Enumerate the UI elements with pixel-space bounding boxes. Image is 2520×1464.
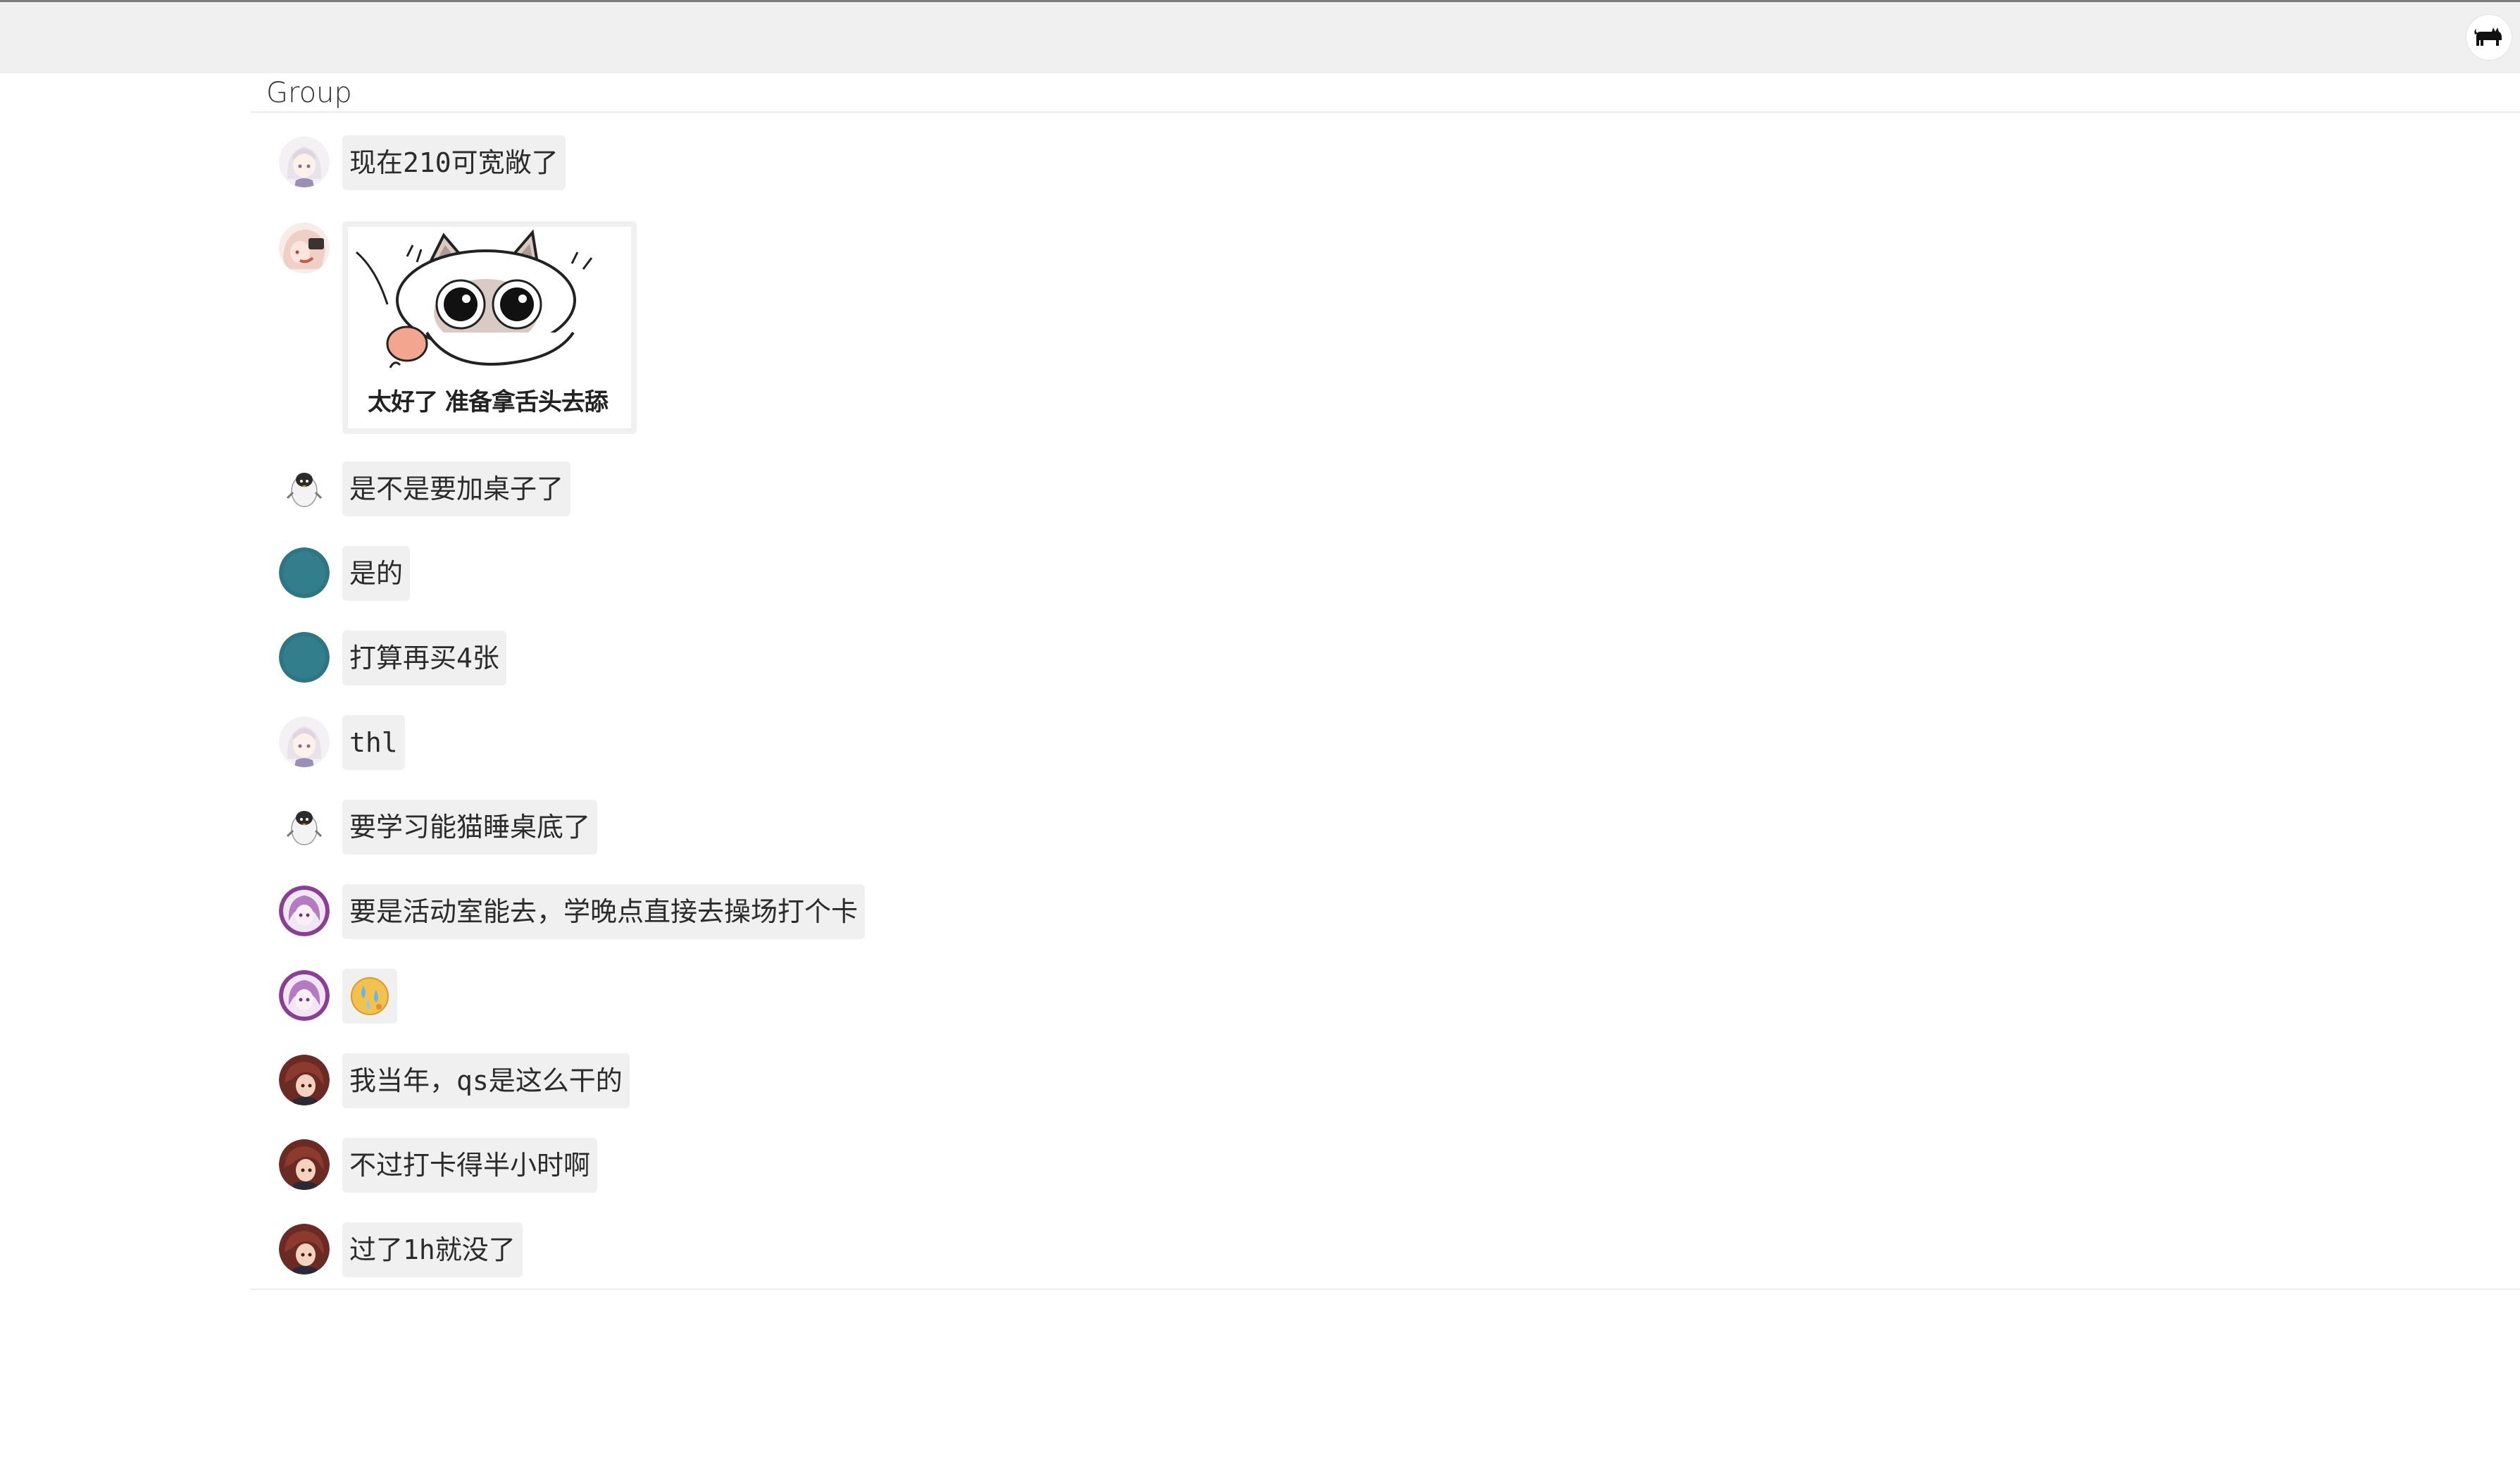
message-row [279, 969, 397, 1024]
message-row: 我当年，qs是这么干的 [279, 1053, 630, 1108]
pink-hair-anime-avatar[interactable] [279, 223, 330, 273]
penguin-avatar[interactable] [279, 463, 330, 514]
message-row: 要是活动室能去，学晚点直接去操场打个卡 [279, 884, 866, 939]
message-bubble: 现在210可宽敞了 [342, 135, 566, 190]
sweat-drop-emoji [351, 977, 389, 1015]
red-brown-hair-avatar[interactable] [279, 1139, 330, 1190]
teal-circle-avatar[interactable] [279, 547, 330, 598]
message-row: 是的 [279, 546, 411, 601]
message-row: thl [279, 715, 405, 770]
message-bubble: 过了1h就没了 [342, 1222, 523, 1277]
red-brown-hair-avatar[interactable] [279, 1055, 330, 1105]
message-bubble: 要学习能猫睡桌底了 [342, 800, 598, 855]
red-brown-hair-avatar[interactable] [279, 1224, 330, 1274]
message-row: 是不是要加桌子了 [279, 461, 571, 516]
message-row: 太好了 准备拿舌头去舔 [279, 221, 637, 434]
purple-hair-avatar[interactable] [279, 886, 330, 936]
teal-circle-avatar[interactable] [279, 632, 330, 683]
penguin-avatar[interactable] [279, 801, 330, 852]
top-bar [0, 0, 2520, 73]
cat-silhouette-icon[interactable] [2466, 15, 2512, 60]
message-row: 要学习能猫睡桌底了 [279, 800, 598, 855]
chat-page: Group 现在210可宽敞了 太好了 准备拿舌头去舔 是不是要加桌子了 是的 … [0, 0, 2520, 1464]
group-title: Group [251, 73, 2520, 113]
message-bubble [342, 969, 397, 1024]
message-bubble: 太好了 准备拿舌头去舔 [342, 221, 637, 434]
message-bubble: 不过打卡得半小时啊 [342, 1138, 598, 1193]
white-hair-girl-avatar[interactable] [279, 717, 330, 767]
message-bubble: 是不是要加桌子了 [342, 461, 571, 516]
purple-hair-avatar[interactable] [279, 970, 330, 1021]
siamese-cat-sticker[interactable]: 太好了 准备拿舌头去舔 [348, 227, 631, 428]
message-bubble: 要是活动室能去，学晚点直接去操场打个卡 [342, 884, 866, 939]
message-row: 过了1h就没了 [279, 1222, 523, 1277]
message-bubble: 打算再买4张 [342, 631, 506, 686]
message-bubble: 是的 [342, 546, 411, 601]
group-panel: Group 现在210可宽敞了 太好了 准备拿舌头去舔 是不是要加桌子了 是的 … [251, 73, 2520, 1290]
message-row: 打算再买4张 [279, 631, 506, 686]
sticker-caption: 太好了 准备拿舌头去舔 [368, 388, 609, 416]
message-row: 不过打卡得半小时啊 [279, 1138, 598, 1193]
white-hair-girl-avatar[interactable] [279, 137, 330, 187]
message-bubble: 我当年，qs是这么干的 [342, 1053, 630, 1108]
message-row: 现在210可宽敞了 [279, 135, 566, 190]
message-bubble: thl [342, 715, 405, 770]
